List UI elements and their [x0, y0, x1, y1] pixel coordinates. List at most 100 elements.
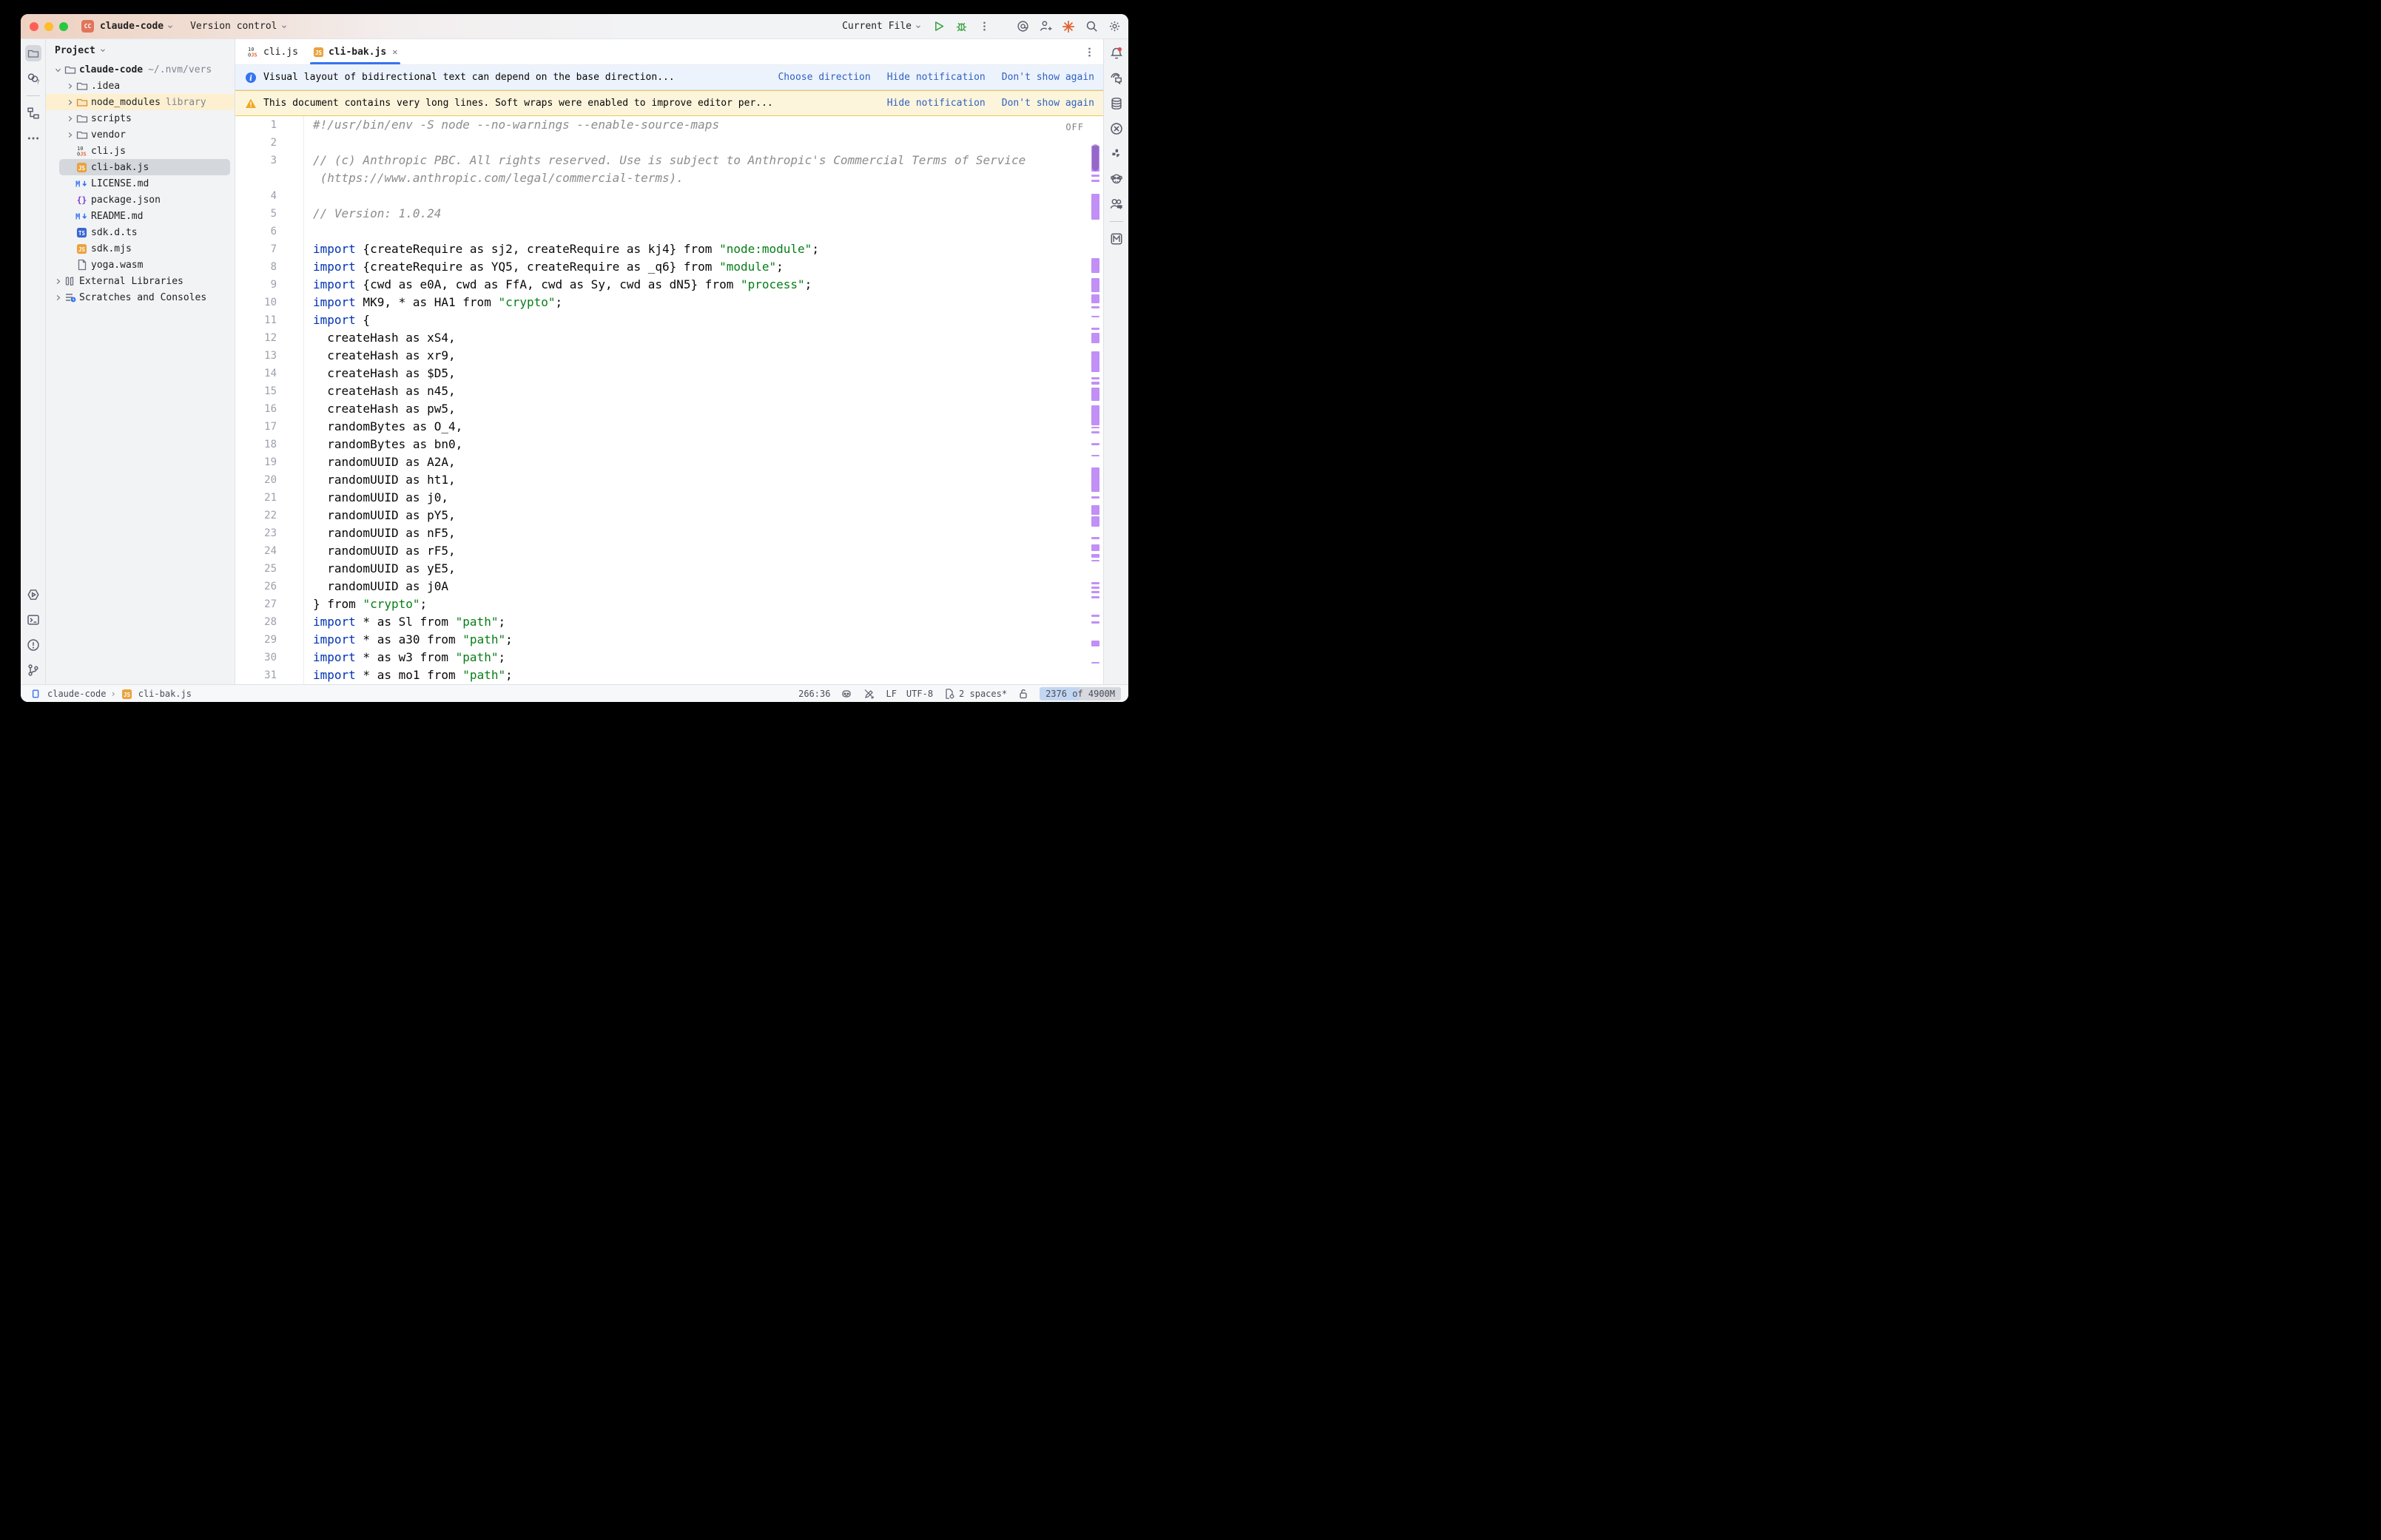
- tab-options-button[interactable]: [1082, 45, 1096, 58]
- editor-tab-cli-js[interactable]: 100JScli.js: [240, 39, 306, 64]
- tree-item-license-md[interactable]: MLICENSE.md: [46, 175, 235, 192]
- plugin-tool-window-button[interactable]: [1108, 146, 1125, 162]
- banner-link-hide-notification[interactable]: Hide notification: [887, 98, 986, 109]
- codestream-tool-window-button[interactable]: [1108, 171, 1125, 187]
- encoding-widget[interactable]: UTF-8: [906, 689, 933, 699]
- tree-item-external-libraries[interactable]: External Libraries: [46, 273, 235, 289]
- code-with-me-button[interactable]: [1039, 20, 1052, 33]
- code-line[interactable]: 20 randomUUID as ht1,: [235, 471, 1103, 489]
- code-line[interactable]: 24 randomUUID as rF5,: [235, 542, 1103, 560]
- commit-tool-window-button[interactable]: ?: [25, 70, 41, 87]
- code-line[interactable]: 16 createHash as pw5,: [235, 400, 1103, 418]
- m-plugin-tool-window-button[interactable]: [1108, 231, 1125, 247]
- tree-item-node-modules[interactable]: node_moduleslibrary: [46, 94, 235, 110]
- tree-item-package-json[interactable]: {}package.json: [46, 192, 235, 208]
- caret-position-widget[interactable]: 266:36: [798, 689, 830, 699]
- code-line[interactable]: 14 createHash as $D5,: [235, 365, 1103, 382]
- tree-item-sdk-d-ts[interactable]: TSsdk.d.ts: [46, 224, 235, 240]
- copilot-status-icon[interactable]: [840, 687, 853, 700]
- chevron-down-icon[interactable]: [52, 64, 64, 75]
- indent-widget[interactable]: 2 spaces*: [943, 687, 1007, 700]
- settings-button[interactable]: [1108, 20, 1121, 33]
- banner-link-don-t-show-again[interactable]: Don't show again: [1002, 72, 1094, 83]
- tree-item-cli-bak-js[interactable]: JScli-bak.js: [46, 159, 235, 175]
- ai-assistant-tool-window-button[interactable]: [1108, 70, 1125, 87]
- search-everywhere-button[interactable]: [1085, 20, 1098, 33]
- ai-assistant-spark-icon[interactable]: [1062, 20, 1075, 33]
- code-line[interactable]: 26 randomUUID as j0A: [235, 578, 1103, 595]
- code-line[interactable]: 10import MK9, * as HA1 from "crypto";: [235, 294, 1103, 311]
- close-tab-icon[interactable]: ✕: [392, 47, 397, 57]
- problems-tool-window-button[interactable]: [25, 637, 41, 653]
- editor-scrollbar-stripe[interactable]: [1091, 134, 1101, 684]
- code-line[interactable]: 31import * as mo1 from "path";: [235, 666, 1103, 684]
- notifications-button[interactable]: [1108, 45, 1125, 61]
- code-line[interactable]: 11import {: [235, 311, 1103, 329]
- banner-link-hide-notification[interactable]: Hide notification: [887, 72, 986, 83]
- debug-button[interactable]: [954, 20, 968, 33]
- tree-item-sdk-mjs[interactable]: JSsdk.mjs: [46, 240, 235, 257]
- tree-item-vendor[interactable]: vendor: [46, 126, 235, 143]
- code-line[interactable]: 1#!/usr/bin/env -S node --no-warnings --…: [235, 116, 1103, 134]
- memory-indicator[interactable]: 2376 of 4900M: [1040, 687, 1121, 700]
- code-line[interactable]: 17 randomBytes as O_4,: [235, 418, 1103, 436]
- banner-link-choose-direction[interactable]: Choose direction: [778, 72, 870, 83]
- vcs-menu[interactable]: Version control: [190, 21, 287, 32]
- project-tool-window-button[interactable]: [25, 45, 41, 61]
- chevron-right-icon[interactable]: [64, 80, 75, 92]
- tree-item-scripts[interactable]: scripts: [46, 110, 235, 126]
- scrollbar-thumb[interactable]: [1092, 144, 1099, 171]
- code-line[interactable]: 27} from "crypto";: [235, 595, 1103, 613]
- tree-item-readme-md[interactable]: MREADME.md: [46, 208, 235, 224]
- code-line[interactable]: 9import {cwd as e0A, cwd as FfA, cwd as …: [235, 276, 1103, 294]
- collaboration-tool-window-button[interactable]: [1108, 196, 1125, 212]
- code-line[interactable]: 25 randomUUID as yE5,: [235, 560, 1103, 578]
- code-line[interactable]: 7import {createRequire as sj2, createReq…: [235, 240, 1103, 258]
- code-line[interactable]: 4: [235, 187, 1103, 205]
- code-line[interactable]: 8import {createRequire as YQ5, createReq…: [235, 258, 1103, 276]
- chevron-right-icon[interactable]: [64, 96, 75, 108]
- more-actions-button[interactable]: [977, 20, 991, 33]
- minimize-window-button[interactable]: [44, 22, 53, 31]
- more-tool-windows-button[interactable]: [25, 130, 41, 146]
- inspections-widget-icon[interactable]: [863, 687, 876, 700]
- terminal-tool-window-button[interactable]: [25, 612, 41, 628]
- code-editor[interactable]: OFF 1#!/usr/bin/env -S node --no-warning…: [235, 116, 1103, 684]
- structure-tool-window-button[interactable]: [25, 105, 41, 121]
- code-line[interactable]: 3// (c) Anthropic PBC. All rights reserv…: [235, 152, 1103, 169]
- database-tool-window-button[interactable]: [1108, 95, 1125, 112]
- run-button[interactable]: [932, 20, 945, 33]
- code-line[interactable]: 13 createHash as xr9,: [235, 347, 1103, 365]
- code-line[interactable]: 23 randomUUID as nF5,: [235, 524, 1103, 542]
- project-menu[interactable]: claude-code: [100, 21, 174, 32]
- breadcrumb-project[interactable]: claude-code: [47, 689, 106, 699]
- code-line[interactable]: 18 randomBytes as bn0,: [235, 436, 1103, 453]
- tree-item-claude-code[interactable]: claude-code~/.nvm/vers: [46, 61, 235, 78]
- code-line[interactable]: 29import * as a30 from "path";: [235, 631, 1103, 649]
- code-line[interactable]: 2: [235, 134, 1103, 152]
- banner-link-don-t-show-again[interactable]: Don't show again: [1002, 98, 1094, 109]
- tree-item-cli-js[interactable]: 100JScli.js: [46, 143, 235, 159]
- code-line[interactable]: 30import * as w3 from "path";: [235, 649, 1103, 666]
- tree-item-scratches-and-consoles[interactable]: Scratches and Consoles: [46, 289, 235, 305]
- code-line[interactable]: 12 createHash as xS4,: [235, 329, 1103, 347]
- chevron-right-icon[interactable]: [52, 275, 64, 287]
- code-line[interactable]: 19 randomUUID as A2A,: [235, 453, 1103, 471]
- code-line[interactable]: 5// Version: 1.0.24: [235, 205, 1103, 223]
- services-tool-window-button[interactable]: [25, 587, 41, 603]
- code-line[interactable]: 21 randomUUID as j0,: [235, 489, 1103, 507]
- chevron-right-icon[interactable]: [64, 129, 75, 141]
- maximize-window-button[interactable]: [59, 22, 68, 31]
- breadcrumb-file[interactable]: cli-bak.js: [138, 689, 192, 699]
- tree-item--idea[interactable]: .idea: [46, 78, 235, 94]
- x-plugin-tool-window-button[interactable]: [1108, 121, 1125, 137]
- file-writable-icon[interactable]: [1017, 687, 1030, 700]
- ai-mention-icon[interactable]: [1016, 20, 1029, 33]
- code-line[interactable]: 15 createHash as n45,: [235, 382, 1103, 400]
- close-window-button[interactable]: [30, 22, 38, 31]
- code-line[interactable]: 6: [235, 223, 1103, 240]
- code-line[interactable]: (https://www.anthropic.com/legal/commerc…: [235, 169, 1103, 187]
- chevron-right-icon[interactable]: [64, 112, 75, 124]
- chevron-right-icon[interactable]: [52, 291, 64, 303]
- code-line[interactable]: 28import * as Sl from "path";: [235, 613, 1103, 631]
